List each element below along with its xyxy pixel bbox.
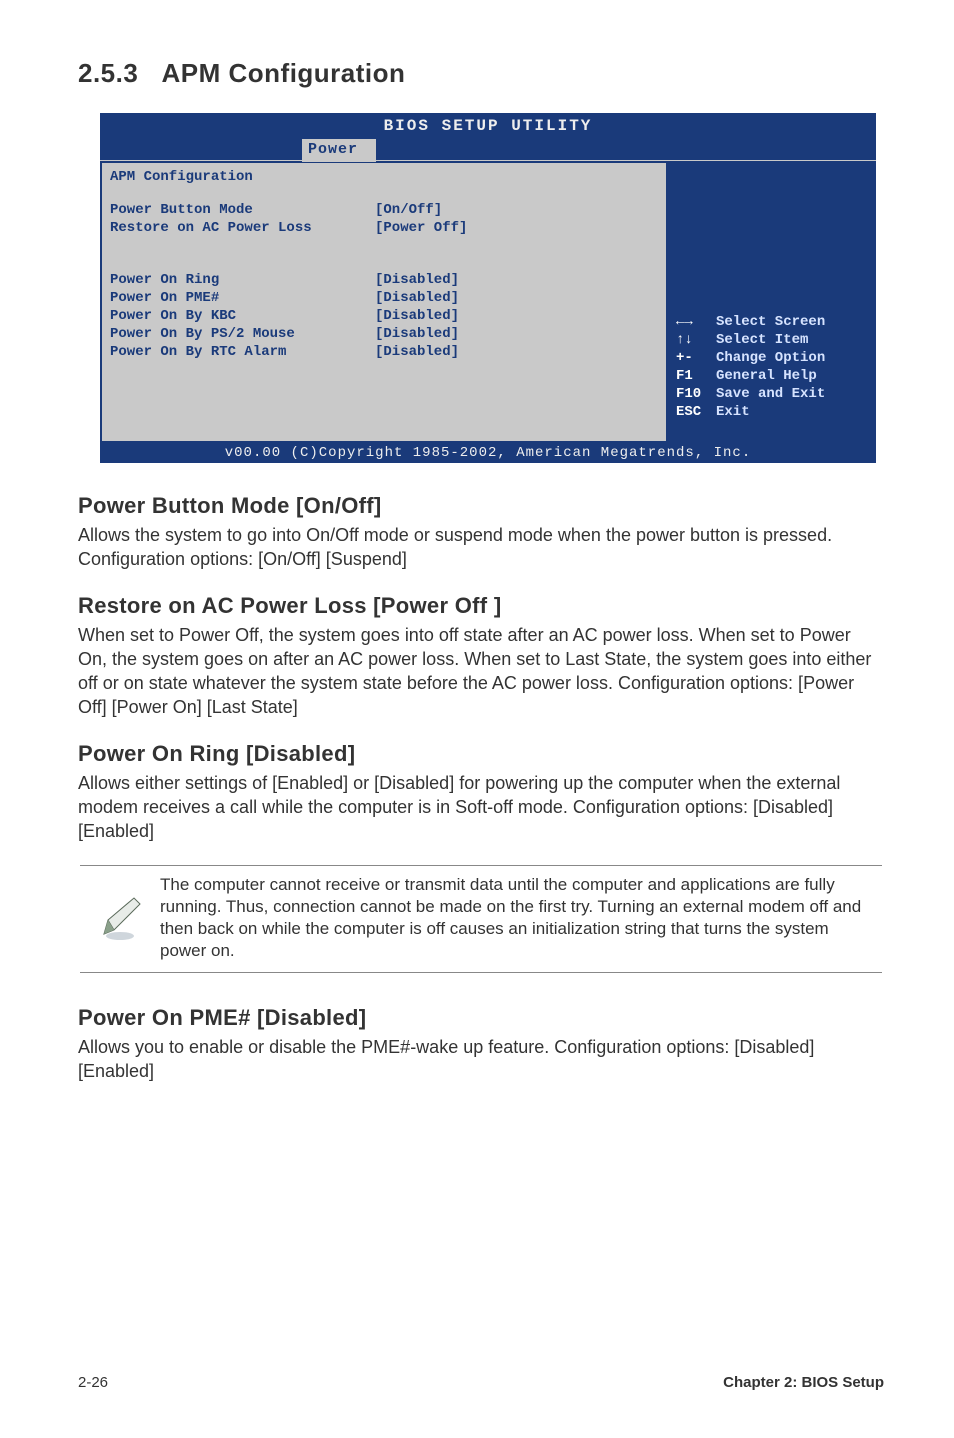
bios-row: Power Button Mode [On/Off] xyxy=(110,201,658,219)
bios-row: Power On By PS/2 Mouse [Disabled] xyxy=(110,325,658,343)
setting-body: Allows the system to go into On/Off mode… xyxy=(78,523,884,571)
bios-body: APM Configuration Power Button Mode [On/… xyxy=(100,160,876,443)
setting-body: When set to Power Off, the system goes i… xyxy=(78,623,884,719)
bios-row-label: Power On By PS/2 Mouse xyxy=(110,325,375,343)
bios-row: Power On By KBC [Disabled] xyxy=(110,307,658,325)
nav-key: ESC xyxy=(676,403,716,421)
section-heading: 2.5.3 APM Configuration xyxy=(78,58,884,89)
section-title: APM Configuration xyxy=(162,58,406,88)
bios-row: Power On PME# [Disabled] xyxy=(110,289,658,307)
chapter-label: Chapter 2: BIOS Setup xyxy=(723,1374,884,1391)
bios-left-panel: APM Configuration Power Button Mode [On/… xyxy=(100,161,666,443)
note-text: The computer cannot receive or transmit … xyxy=(160,874,882,962)
bios-header-title: BIOS SETUP UTILITY xyxy=(100,113,876,137)
bios-panel-heading: APM Configuration xyxy=(110,169,658,185)
bios-group: Power On Ring [Disabled] Power On PME# [… xyxy=(110,271,658,361)
note-block: The computer cannot receive or transmit … xyxy=(80,865,882,973)
bios-row-value: [Disabled] xyxy=(375,325,459,343)
bios-row: Restore on AC Power Loss [Power Off] xyxy=(110,219,658,237)
bios-row: Power On Ring [Disabled] xyxy=(110,271,658,289)
pencil-icon xyxy=(80,874,160,962)
bios-row-value: [Disabled] xyxy=(375,343,459,361)
bios-row-label: Power On PME# xyxy=(110,289,375,307)
bios-row-label: Restore on AC Power Loss xyxy=(110,219,375,237)
setting-title: Power On PME# [Disabled] xyxy=(78,1005,884,1031)
bios-screenshot: BIOS SETUP UTILITY Power APM Configurati… xyxy=(100,113,876,463)
bios-row-value: [On/Off] xyxy=(375,201,442,219)
nav-desc: General Help xyxy=(716,367,817,385)
bios-active-tab: Power xyxy=(302,139,376,162)
nav-key: F1 xyxy=(676,367,716,385)
setting-title: Power Button Mode [On/Off] xyxy=(78,493,884,519)
nav-key: F10 xyxy=(676,385,716,403)
nav-key: ↑↓ xyxy=(676,331,716,349)
bios-row-label: Power On By KBC xyxy=(110,307,375,325)
setting-body: Allows you to enable or disable the PME#… xyxy=(78,1035,884,1083)
bios-right-panel: ←→Select Screen ↑↓Select Item +-Change O… xyxy=(666,161,876,443)
setting-title: Restore on AC Power Loss [Power Off ] xyxy=(78,593,884,619)
bios-row-value: [Disabled] xyxy=(375,307,459,325)
nav-desc: Change Option xyxy=(716,349,825,367)
bios-row-value: [Disabled] xyxy=(375,271,459,289)
nav-desc: Save and Exit xyxy=(716,385,825,403)
nav-desc: Select Item xyxy=(716,331,808,349)
nav-desc: Select Screen xyxy=(716,313,825,331)
nav-desc: Exit xyxy=(716,403,750,421)
nav-key: ←→ xyxy=(676,313,716,331)
bios-nav-help: ←→Select Screen ↑↓Select Item +-Change O… xyxy=(676,313,866,421)
bios-row-label: Power On By RTC Alarm xyxy=(110,343,375,361)
bios-row-label: Power Button Mode xyxy=(110,201,375,219)
bios-footer: v00.00 (C)Copyright 1985-2002, American … xyxy=(100,443,876,463)
bios-row-value: [Disabled] xyxy=(375,289,459,307)
page-footer: 2-26 Chapter 2: BIOS Setup xyxy=(78,1374,884,1391)
setting-title: Power On Ring [Disabled] xyxy=(78,741,884,767)
bios-row-label: Power On Ring xyxy=(110,271,375,289)
section-number: 2.5.3 xyxy=(78,58,138,88)
bios-row: Power On By RTC Alarm [Disabled] xyxy=(110,343,658,361)
bios-row-value: [Power Off] xyxy=(375,219,467,237)
setting-body: Allows either settings of [Enabled] or [… xyxy=(78,771,884,843)
page-number: 2-26 xyxy=(78,1374,108,1391)
nav-key: +- xyxy=(676,349,716,367)
